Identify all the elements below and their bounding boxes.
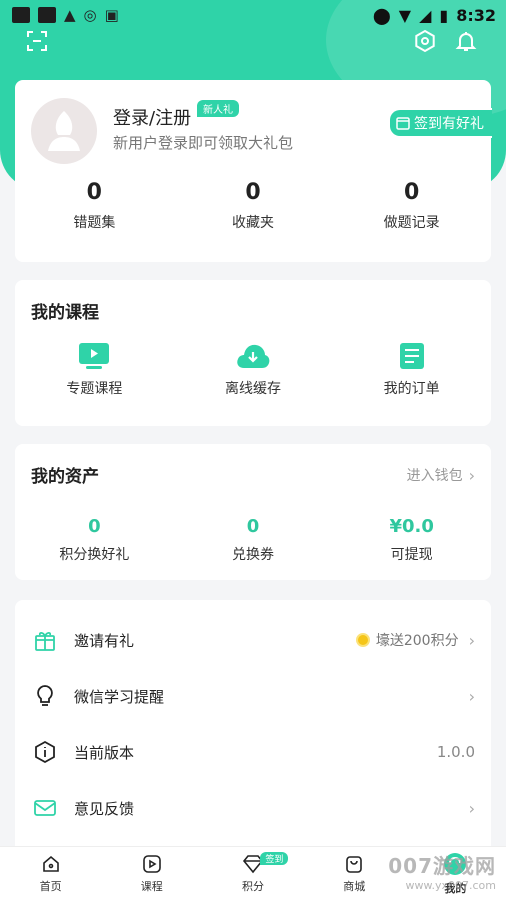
course-item-label: 离线缓存 bbox=[225, 381, 281, 397]
location-icon: ⬤ bbox=[372, 5, 391, 25]
status-bar: ▲ ◎ ▣ ⬤ ▼ ◢ ▮ 8:32 bbox=[0, 0, 506, 30]
asset-label: 可提现 bbox=[390, 547, 433, 563]
stat-label: 做题记录 bbox=[383, 215, 440, 231]
chevron-right-icon: › bbox=[468, 465, 475, 485]
gift-icon bbox=[31, 626, 59, 654]
section-title: 我的课程 bbox=[31, 303, 99, 323]
settings-icon[interactable] bbox=[412, 28, 438, 54]
menu-item-label: 邀请有礼 bbox=[74, 631, 135, 650]
asset-points[interactable]: 0 积分换好礼 bbox=[15, 516, 174, 564]
calendar-icon bbox=[396, 117, 410, 130]
avatar[interactable] bbox=[31, 98, 97, 164]
tab-label: 首页 bbox=[39, 879, 62, 893]
menu-item-label: 当前版本 bbox=[74, 743, 135, 762]
stat-wrong-questions[interactable]: 0 错题集 bbox=[15, 180, 174, 232]
course-item-label: 专题课程 bbox=[66, 381, 123, 397]
offline-cache-button[interactable]: 离线缓存 bbox=[174, 342, 333, 398]
asset-withdrawable[interactable]: ¥0.0 可提现 bbox=[332, 516, 491, 564]
wifi-icon: ▼ bbox=[398, 5, 412, 25]
menu-item-label: 意见反馈 bbox=[74, 799, 135, 818]
menu-item-invite[interactable]: 邀请有礼 壕送200积分 › bbox=[15, 612, 491, 668]
stat-value: 0 bbox=[86, 180, 102, 205]
menu-item-version[interactable]: 当前版本 1.0.0 bbox=[15, 724, 491, 780]
bell-icon[interactable] bbox=[453, 28, 479, 54]
new-user-badge: 新人礼 bbox=[197, 100, 239, 117]
chevron-right-icon: › bbox=[468, 686, 475, 706]
stat-value: 0 bbox=[404, 180, 420, 205]
notification-icon bbox=[12, 7, 30, 23]
settings-menu-card: 邀请有礼 壕送200积分 › 微信学习提醒 › 当前版本 1.0.0 意见反馈 … bbox=[15, 600, 491, 856]
document-icon bbox=[399, 343, 424, 369]
section-title: 我的资产 bbox=[31, 467, 99, 487]
course-topic-button[interactable]: 专题课程 bbox=[15, 342, 174, 398]
watermark: 007游戏网 www.yx007.com bbox=[388, 850, 496, 892]
asset-label: 积分换好礼 bbox=[59, 547, 130, 563]
shopping-bag-icon bbox=[346, 855, 363, 873]
checkin-label: 签到有好礼 bbox=[414, 116, 484, 132]
image-icon: ▣ bbox=[104, 6, 119, 24]
signal-icon: ◢ bbox=[419, 5, 432, 25]
invite-reward-text: 壕送200积分 bbox=[375, 633, 459, 649]
app-version: 1.0.0 bbox=[436, 743, 475, 761]
menu-item-wechat-reminder[interactable]: 微信学习提醒 › bbox=[15, 668, 491, 724]
notification-icon bbox=[38, 7, 56, 23]
tab-home[interactable]: 首页 bbox=[0, 847, 101, 900]
tab-label: 商城 bbox=[343, 879, 366, 893]
scan-icon[interactable] bbox=[24, 28, 50, 54]
user-placeholder-icon bbox=[48, 111, 80, 151]
android-icon: ▲ bbox=[64, 6, 76, 24]
status-time: 8:32 bbox=[456, 5, 496, 25]
chevron-right-icon: › bbox=[468, 798, 475, 818]
compass-icon: ◎ bbox=[83, 6, 97, 24]
stat-label: 错题集 bbox=[73, 215, 116, 231]
asset-vouchers[interactable]: 0 兑换券 bbox=[174, 516, 333, 564]
asset-value: 0 bbox=[246, 516, 260, 537]
wallet-link-label: 进入钱包 bbox=[406, 468, 463, 484]
checkin-button[interactable]: 签到有好礼 bbox=[388, 108, 492, 138]
login-subtitle: 新用户登录即可领取大礼包 bbox=[113, 134, 294, 152]
info-icon bbox=[31, 738, 59, 766]
chevron-right-icon: › bbox=[468, 630, 475, 650]
stat-practice-history[interactable]: 0 做题记录 bbox=[332, 180, 491, 232]
menu-item-feedback[interactable]: 意见反馈 › bbox=[15, 780, 491, 836]
asset-value: ¥0.0 bbox=[389, 516, 434, 537]
lightbulb-icon bbox=[31, 682, 59, 710]
tab-courses[interactable]: 课程 bbox=[101, 847, 202, 900]
stat-favorites[interactable]: 0 收藏夹 bbox=[174, 180, 333, 232]
menu-item-label: 微信学习提醒 bbox=[74, 687, 165, 706]
mail-icon bbox=[31, 794, 59, 822]
tab-points[interactable]: 签到 积分 bbox=[202, 847, 303, 900]
enter-wallet-link[interactable]: 进入钱包 › bbox=[407, 465, 475, 485]
asset-label: 兑换券 bbox=[232, 547, 274, 563]
play-icon bbox=[142, 854, 161, 873]
home-icon bbox=[42, 855, 59, 872]
asset-value: 0 bbox=[88, 516, 101, 537]
my-orders-button[interactable]: 我的订单 bbox=[332, 342, 491, 398]
cloud-download-icon bbox=[237, 344, 270, 368]
stat-label: 收藏夹 bbox=[232, 215, 274, 231]
battery-icon: ▮ bbox=[439, 5, 449, 25]
profile-card: 登录/注册 新人礼 新用户登录即可领取大礼包 签到有好礼 0 错题集 0 收藏夹… bbox=[15, 80, 492, 262]
watermark-title: 007游戏网 bbox=[388, 854, 496, 878]
my-assets-card: 我的资产 进入钱包 › 0 积分换好礼 0 兑换券 ¥0.0 可提现 bbox=[15, 444, 491, 580]
tab-label: 积分 bbox=[242, 879, 264, 893]
tab-badge: 签到 bbox=[260, 852, 289, 865]
course-item-label: 我的订单 bbox=[383, 381, 440, 397]
tab-label: 课程 bbox=[140, 879, 163, 893]
watermark-url: www.yx007.com bbox=[405, 879, 496, 892]
login-register-link[interactable]: 登录/注册 bbox=[113, 104, 191, 130]
video-icon bbox=[79, 343, 110, 369]
my-courses-card: 我的课程 专题课程 离线缓存 我的订单 bbox=[15, 280, 491, 426]
stat-value: 0 bbox=[245, 180, 261, 205]
coin-icon bbox=[355, 633, 370, 647]
